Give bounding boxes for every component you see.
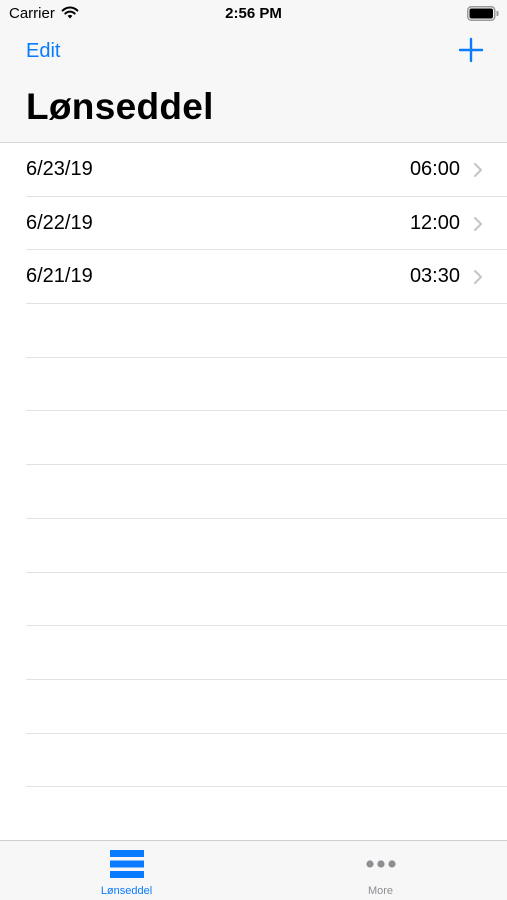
entry-date: 6/21/19: [26, 265, 93, 288]
navigation-bar: Edit Lønseddel: [0, 28, 507, 143]
tab-lonseddel[interactable]: Lønseddel: [0, 841, 253, 900]
empty-row: [26, 734, 507, 788]
tab-bar: Lønseddel More: [0, 840, 507, 900]
page-title: Lønseddel: [26, 86, 214, 127]
table-row[interactable]: 6/21/19 03:30: [26, 250, 507, 305]
chevron-right-icon: [474, 216, 482, 231]
entry-hours: 03:30: [409, 265, 460, 288]
plus-icon[interactable]: [457, 36, 485, 64]
chevron-right-icon: [474, 270, 482, 285]
entry-date: 6/23/19: [26, 158, 93, 180]
empty-row: [26, 626, 507, 680]
list-icon: [109, 850, 144, 878]
empty-row: [26, 680, 507, 734]
status-bar: Carrier 2:56 PM: [0, 0, 507, 28]
tab-label: More: [367, 885, 394, 897]
empty-row: [26, 787, 507, 840]
battery-icon: [467, 6, 499, 21]
empty-row: [26, 573, 507, 627]
entry-date: 6/22/19: [26, 211, 93, 234]
table-row[interactable]: 6/23/19 06:00: [26, 143, 507, 197]
empty-row: [26, 304, 507, 358]
chevron-right-icon: [474, 163, 482, 177]
edit-button[interactable]: Edit: [26, 40, 60, 63]
tab-label: Lønseddel: [100, 885, 153, 897]
tab-more[interactable]: More: [254, 841, 507, 900]
entry-hours: 06:00: [409, 158, 460, 180]
empty-row: [26, 411, 507, 466]
table-row[interactable]: 6/22/19 12:00: [26, 197, 507, 251]
empty-row: [26, 519, 507, 573]
more-icon: [365, 860, 396, 868]
entry-hours: 12:00: [409, 211, 460, 234]
status-time: 2:56 PM: [225, 5, 282, 22]
empty-row: [26, 358, 507, 412]
entries-table: 6/23/19 06:00 6/22/19 12:00 6/21/19 03:3…: [0, 143, 507, 840]
screen: Carrier 2:56 PM Edit Lønseddel 6/23/19 0…: [0, 0, 507, 900]
empty-row: [26, 465, 507, 519]
